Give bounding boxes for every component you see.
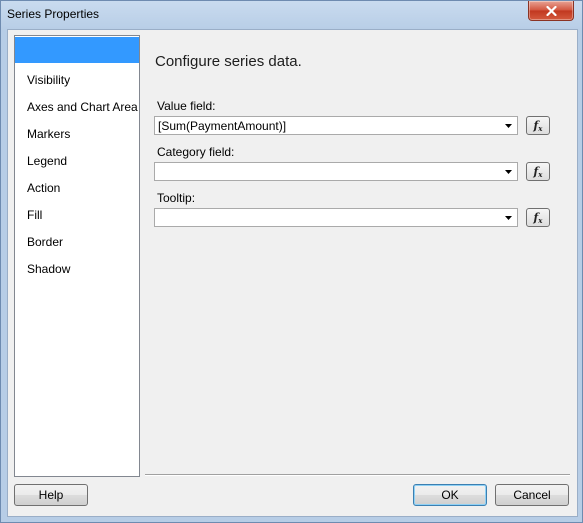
nav-item-visibility[interactable]: Visibility (15, 67, 139, 93)
close-icon (545, 5, 557, 16)
nav-item-label: Shadow (27, 262, 71, 276)
category-field-expression-button[interactable]: fx (526, 162, 550, 181)
category-field-label: Category field: (157, 145, 235, 159)
help-button[interactable]: Help (14, 484, 88, 506)
dropdown-arrow-icon[interactable] (502, 117, 514, 134)
value-field-combobox[interactable]: [Sum(PaymentAmount)] (154, 116, 518, 135)
nav-item-label: Legend (27, 154, 68, 168)
nav-item-label: Markers (27, 127, 71, 141)
tooltip-combobox[interactable] (154, 208, 518, 227)
nav-item-label: Border (27, 235, 64, 249)
function-fx-icon: fx (533, 118, 543, 133)
page-heading: Configure series data. (155, 53, 302, 70)
nav-item-markers[interactable]: Markers (15, 121, 139, 147)
nav-item-label: Visibility (27, 73, 71, 87)
value-field-expression-button[interactable]: fx (526, 116, 550, 135)
footer-divider (145, 474, 570, 476)
cancel-button[interactable]: Cancel (495, 484, 569, 506)
ok-button[interactable]: OK (413, 484, 487, 506)
tooltip-label: Tooltip: (157, 191, 196, 205)
dialog-client-area: Visibility Axes and Chart Area Markers L… (7, 29, 578, 517)
dropdown-arrow-icon[interactable] (502, 163, 514, 180)
tooltip-expression-button[interactable]: fx (526, 208, 550, 227)
dropdown-arrow-icon[interactable] (502, 209, 514, 226)
value-field-value: [Sum(PaymentAmount)] (158, 119, 287, 133)
nav-item-label: Action (27, 181, 61, 195)
nav-item-label: Fill (27, 208, 43, 222)
window-title: Series Properties (7, 7, 100, 21)
function-fx-icon: fx (533, 210, 543, 225)
nav-item-border[interactable]: Border (15, 229, 139, 255)
nav-item-shadow[interactable]: Shadow (15, 256, 139, 282)
nav-item-action[interactable]: Action (15, 175, 139, 201)
nav-item-general[interactable] (15, 37, 139, 63)
nav-item-axes-and-chart-area[interactable]: Axes and Chart Area (15, 94, 139, 120)
value-field-label: Value field: (157, 99, 216, 113)
function-fx-icon: fx (533, 164, 543, 179)
nav-item-legend[interactable]: Legend (15, 148, 139, 174)
category-field-combobox[interactable] (154, 162, 518, 181)
title-bar[interactable]: Series Properties (1, 1, 582, 28)
nav-item-fill[interactable]: Fill (15, 202, 139, 228)
close-button[interactable] (528, 1, 574, 21)
nav-item-label: Axes and Chart Area (27, 100, 138, 114)
dialog-window: Series Properties Visibility Axes and Ch… (0, 0, 583, 523)
category-list: Visibility Axes and Chart Area Markers L… (14, 35, 140, 477)
